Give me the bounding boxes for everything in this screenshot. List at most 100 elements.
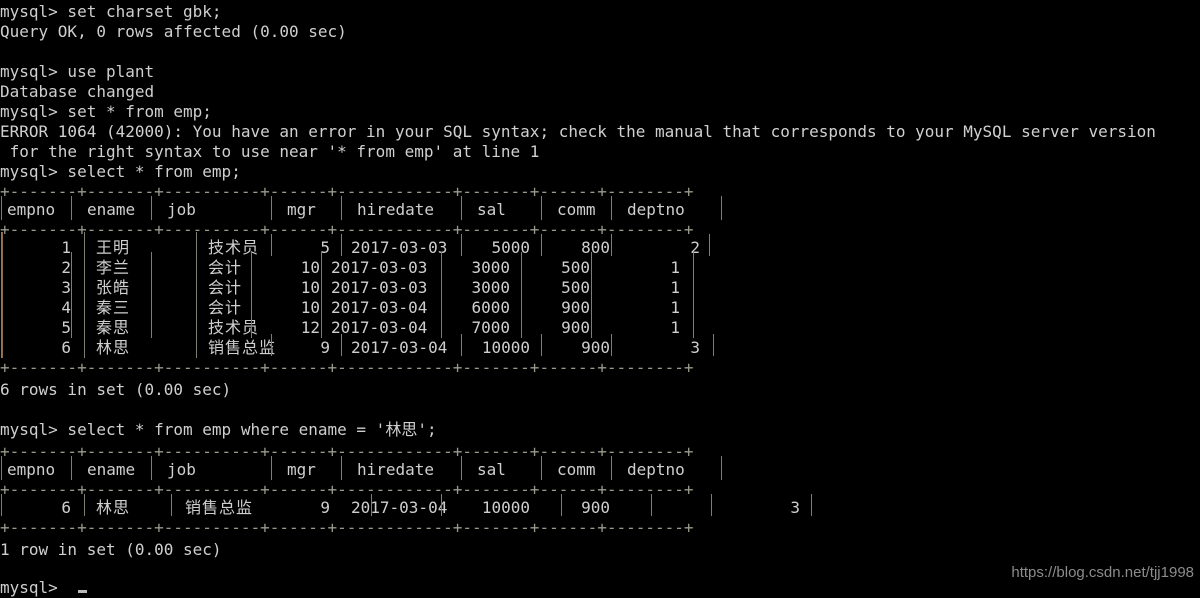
table-2-header-divider-4 [341, 456, 342, 480]
table-1-row-1-divider-mgr [271, 234, 272, 256]
table-1-row-4-sal: 6000 [471, 298, 510, 317]
table-1-row-1-hiredate: 2017-03-03 [351, 238, 448, 257]
table-1-row-2-hiredate: 2017-03-03 [331, 258, 428, 277]
table-1-row-1-mgr: 5 [320, 238, 330, 257]
table-1-row-5-deptno: 1 [670, 318, 680, 337]
table-2-header-mgr: mgr [287, 460, 316, 479]
table-1-border-header: +-------+-------+----------+------+-----… [0, 220, 694, 239]
table-1-header-divider-3 [271, 196, 272, 220]
table-1-header-divider-8 [721, 196, 722, 220]
table-2-header-divider-0 [1, 456, 2, 480]
table-1-row-1-divider-comm [541, 234, 542, 256]
table-2-row-1-empno: 6 [61, 498, 71, 517]
table-1-row-1-empno: 1 [61, 238, 71, 257]
table-2-header-sal: sal [477, 460, 506, 479]
table-2-header-divider-2 [151, 456, 152, 480]
table-1-row-5-empno: 5 [61, 318, 71, 337]
table-2-row-1-divider-0 [1, 494, 2, 516]
command-line-set-charset: mysql> set charset gbk; [0, 2, 222, 21]
table-2-header-job: job [167, 460, 196, 479]
table-1-row-4-ename: 秦三 [96, 298, 131, 317]
table-1-rail-deptno-mid [591, 252, 592, 338]
table-1-rail-job [151, 252, 152, 338]
table-1-header-job: job [167, 200, 196, 219]
table-1-row-5-comm: 900 [561, 318, 590, 337]
table-1-header-sal: sal [477, 200, 506, 219]
table-1-header-comm: comm [557, 200, 596, 219]
table-1-row-6-divider-sal [461, 334, 462, 356]
table-1-row-3-job: 会计 [208, 278, 243, 297]
table-2-row-1-deptno: 3 [790, 498, 800, 517]
table-1-row-4-mgr: 10 [300, 298, 320, 317]
table-1-row-2-empno: 2 [61, 258, 71, 277]
output-rows-count-1: 6 rows in set (0.00 sec) [0, 380, 232, 399]
table-1-row-5-mgr: 12 [300, 318, 320, 337]
table-1-header-divider-7 [611, 196, 612, 220]
table-1-row-6-divider-mgr [271, 334, 272, 356]
table-1-row-5-sal: 7000 [471, 318, 510, 337]
table-1-header-divider-0 [1, 196, 2, 220]
table-2-header-divider-1 [71, 456, 72, 480]
table-2-row-1-ename: 林思 [96, 498, 131, 517]
table-1-row-6-comm: 900 [581, 338, 610, 357]
table-1-row-3-hiredate: 2017-03-03 [331, 278, 428, 297]
table-1-rail-sal-mid [441, 252, 442, 338]
table-1-row-5-hiredate: 2017-03-04 [331, 318, 428, 337]
table-1-rail-job-b [196, 232, 197, 358]
table-1-row-6-sal: 10000 [481, 338, 530, 357]
final-prompt: mysql> [0, 578, 58, 597]
table-1-header-hiredate: hiredate [357, 200, 435, 219]
table-2-row-1-divider-2 [171, 494, 172, 516]
table-2-row-1-job: 销售总监 [185, 498, 254, 517]
output-query-ok: Query OK, 0 rows affected (0.00 sec) [0, 22, 347, 41]
table-1-row-3-mgr: 10 [300, 278, 320, 297]
table-2-row-1-mgr: 9 [320, 498, 330, 517]
table-1-rail-mgr-mid [251, 252, 252, 338]
command-line-select-all: mysql> select * from emp; [0, 162, 241, 181]
table-1-row-4-deptno: 1 [670, 298, 680, 317]
table-1-header-ename: ename [87, 200, 136, 219]
table-1-row-6-mgr: 9 [320, 338, 330, 357]
table-2-row-1-comm: 900 [581, 498, 610, 517]
table-1-row-1-divider-hiredate [341, 234, 342, 256]
text-cursor[interactable] [78, 590, 87, 593]
table-1-row-6-job: 销售总监 [208, 338, 277, 357]
table-1-row-1-deptno: 2 [690, 238, 700, 257]
table-2-header-divider-8 [721, 456, 722, 480]
table-1-header-divider-6 [541, 196, 542, 220]
error-message-line-1: ERROR 1064 (42000): You have an error in… [0, 122, 1156, 141]
error-message-line-2: for the right syntax to use near '* from… [0, 142, 540, 161]
table-1-header-divider-2 [151, 196, 152, 220]
table-1-header-divider-1 [71, 196, 72, 220]
table-1-row-6-hiredate: 2017-03-04 [351, 338, 448, 357]
table-1-row-3-empno: 3 [61, 278, 71, 297]
table-2-row-1-divider-5 [561, 494, 562, 516]
table-2-row-1-divider-4 [441, 494, 442, 516]
table-1-row-6-divider-end [713, 334, 714, 356]
table-1-border-top: +-------+-------+----------+------+-----… [0, 182, 694, 201]
table-1-header-empno: empno [7, 200, 56, 219]
table-1-row-2-mgr: 10 [300, 258, 320, 277]
table-1-row-4-job: 会计 [208, 298, 243, 317]
table-1-rail-left-shadow [2, 232, 3, 358]
terminal-window[interactable]: mysql> set charset gbk; Query OK, 0 rows… [0, 0, 1200, 598]
table-2-border-bottom: +-------+-------+----------+------+-----… [0, 518, 694, 537]
table-2-header-deptno: deptno [627, 460, 685, 479]
table-1-header-divider-4 [341, 196, 342, 220]
table-1-row-6-ename: 林思 [96, 338, 131, 357]
output-rows-count-2: 1 row in set (0.00 sec) [0, 540, 222, 559]
table-1-rail-right-mid [693, 252, 694, 338]
watermark-url: https://blog.csdn.net/tjj1998 [1011, 564, 1194, 581]
table-2-header-ename: ename [87, 460, 136, 479]
table-2-header-comm: comm [557, 460, 596, 479]
table-1-row-3-ename: 张皓 [96, 278, 131, 297]
table-1-row-3-comm: 500 [561, 278, 590, 297]
table-1-row-1-ename: 王明 [96, 238, 131, 257]
table-1-row-3-deptno: 1 [670, 278, 680, 297]
table-1-row-2-job: 会计 [208, 258, 243, 277]
table-2-border-top: +-------+-------+----------+------+-----… [0, 442, 694, 461]
table-2-row-1-divider-1 [84, 494, 85, 516]
table-2-header-divider-6 [541, 456, 542, 480]
table-1-row-4-comm: 900 [561, 298, 590, 317]
table-2-header-empno: empno [7, 460, 56, 479]
